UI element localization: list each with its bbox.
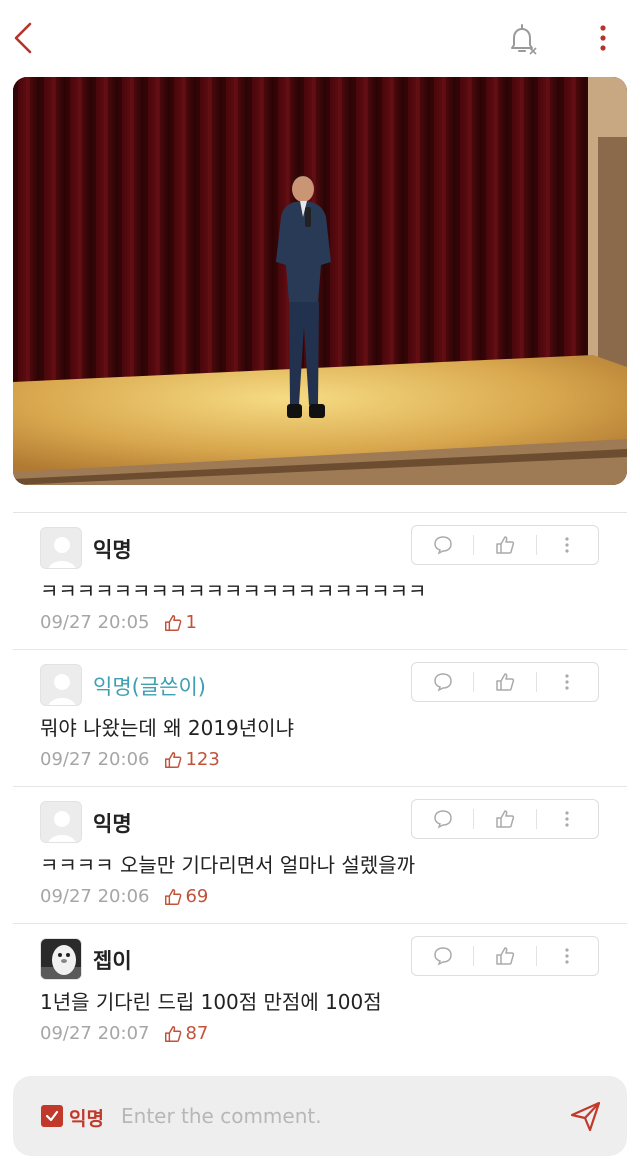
reply-button[interactable] [412,800,473,838]
comment-meta: 09/27 20:06 69 [40,886,208,907]
comment-more-button[interactable] [537,937,598,975]
like-button[interactable] [474,800,535,838]
comment-more-button[interactable] [537,663,598,701]
comment-input[interactable] [121,1096,541,1136]
thumbs-up-icon [165,751,182,768]
stage-speaker-image [13,77,627,485]
checkmark-icon [45,1110,59,1122]
comment-meta: 09/27 20:05 1 [40,612,197,633]
speech-bubble-icon [433,947,452,966]
avatar [40,938,82,980]
speech-bubble-icon [433,810,452,829]
comment-meta: 09/27 20:06 123 [40,749,220,770]
bell-off-icon [511,24,537,55]
reply-button[interactable] [412,526,473,564]
comment-author: 익명 [93,812,132,836]
like-button[interactable] [474,937,535,975]
comment-text: 1년을 기다린 드립 100점 만점에 100점 [40,990,382,1014]
avatar [40,801,82,843]
default-avatar-icon [41,528,81,568]
back-button[interactable] [8,18,42,58]
comment-composer: 익명 [13,1076,627,1156]
comment-meta: 09/27 20:07 87 [40,1023,208,1044]
comment-item: 익명 ㅋㅋㅋㅋㅋㅋㅋㅋㅋㅋㅋㅋㅋㅋㅋㅋㅋㅋㅋㅋㅋ 09/27 20:05 1 [13,513,627,650]
thumbs-up-icon [165,614,182,631]
chevron-left-icon [14,22,32,54]
like-count: 123 [185,749,220,770]
more-options-button[interactable] [588,20,618,60]
vertical-dots-icon [565,537,569,553]
thumbs-up-icon [165,888,182,905]
comment-text: 뭐야 나왔는데 왜 2019년이냐 [40,716,294,740]
user-photo-avatar [41,939,81,979]
post-photo[interactable] [13,77,627,485]
comment-author: 젭이 [93,949,132,973]
comment-item: 익명 ㅋㅋㅋㅋ 오늘만 기다리면서 얼마나 설렜을까 09/27 20:06 6… [13,787,627,924]
comment-time: 09/27 20:05 [40,612,150,633]
thumbs-up-icon [496,810,515,828]
send-button[interactable] [568,1098,604,1134]
comment-actions [411,799,599,839]
default-avatar-icon [41,665,81,705]
thumbs-up-icon [496,536,515,554]
reply-button[interactable] [412,663,473,701]
vertical-dots-icon [565,948,569,964]
like-count: 1 [185,612,197,633]
comment-actions [411,936,599,976]
comment-item: 익명(글쓴이) 뭐야 나왔는데 왜 2019년이냐 09/27 20:06 12… [13,650,627,787]
thumbs-up-icon [496,673,515,691]
avatar [40,664,82,706]
vertical-dots-icon [565,811,569,827]
comment-time: 09/27 20:07 [40,1023,150,1044]
comment-item: 젭이 1년을 기다린 드립 100점 만점에 100점 09/27 20:07 … [13,924,627,1061]
default-avatar-icon [41,802,81,842]
comment-author-op: 익명(글쓴이) [93,675,206,699]
speech-bubble-icon [433,673,452,692]
like-count: 87 [185,1023,209,1044]
like-button[interactable] [474,526,535,564]
anonymous-label: 익명 [69,1108,104,1130]
comment-actions [411,662,599,702]
like-count: 69 [185,886,209,907]
reply-button[interactable] [412,937,473,975]
vertical-dots-icon [600,25,606,51]
comment-text: ㅋㅋㅋㅋ 오늘만 기다리면서 얼마나 설렜을까 [40,853,416,877]
comment-text: ㅋㅋㅋㅋㅋㅋㅋㅋㅋㅋㅋㅋㅋㅋㅋㅋㅋㅋㅋㅋㅋ [40,579,427,603]
thumbs-up-icon [165,1025,182,1042]
avatar [40,527,82,569]
paper-plane-icon [570,1101,601,1132]
speech-bubble-icon [433,536,452,555]
comment-time: 09/27 20:06 [40,886,150,907]
comment-more-button[interactable] [537,526,598,564]
like-button[interactable] [474,663,535,701]
thumbs-up-icon [496,947,515,965]
anonymous-checkbox[interactable] [41,1105,63,1127]
comment-author: 익명 [93,538,132,562]
notification-toggle-button[interactable] [502,20,542,60]
comment-time: 09/27 20:06 [40,749,150,770]
vertical-dots-icon [565,674,569,690]
top-bar [0,0,640,76]
comment-more-button[interactable] [537,800,598,838]
comment-actions [411,525,599,565]
